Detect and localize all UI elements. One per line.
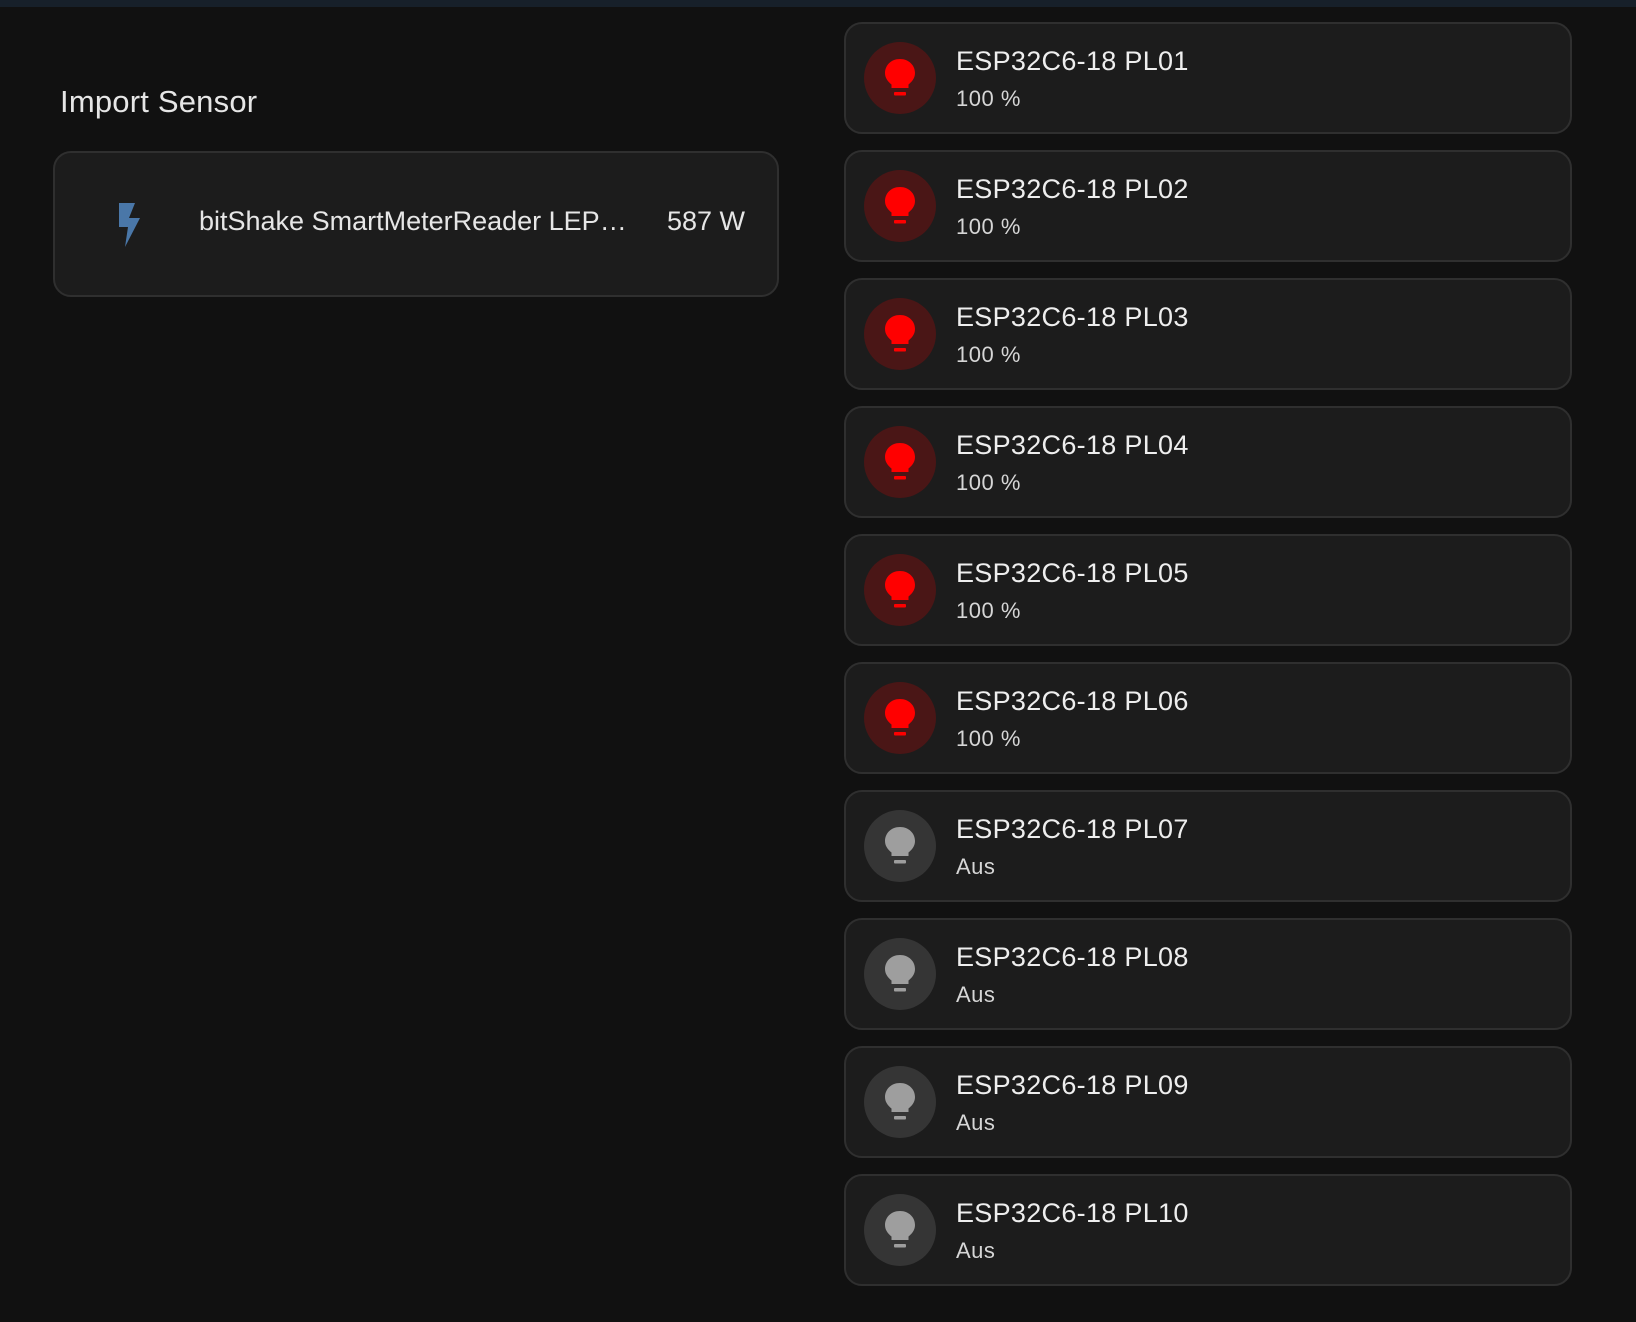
light-state: Aus [956,854,996,879]
light-state: 100 % [956,342,1021,367]
light-list: ESP32C6-18 PL01 100 % ESP32C6-18 PL02 100 %… [844,22,1572,1302]
light-toggle-button[interactable] [864,554,936,626]
light-state: Aus [956,1110,996,1135]
light-state: 100 % [956,214,1021,239]
light-name: ESP32C6-18 PL06 [956,686,1189,716]
light-toggle-button[interactable] [864,426,936,498]
light-name: ESP32C6-18 PL09 [956,1070,1189,1100]
light-name: ESP32C6-18 PL05 [956,558,1189,588]
light-toggle-button[interactable] [864,170,936,242]
light-toggle-button[interactable] [864,298,936,370]
lightbulb-icon [885,955,915,992]
lightbulb-icon [885,443,915,480]
light-name: ESP32C6-18 PL04 [956,430,1189,460]
top-strip [0,0,1636,7]
sensor-value: 587 W [666,206,745,236]
light-name: ESP32C6-18 PL08 [956,942,1189,972]
light-tile[interactable]: ESP32C6-18 PL10 Aus [844,1174,1572,1286]
light-tile[interactable]: ESP32C6-18 PL09 Aus [844,1046,1572,1158]
light-state: Aus [956,1238,996,1263]
lightbulb-icon [885,187,915,224]
light-name: ESP32C6-18 PL02 [956,174,1189,204]
light-name: ESP32C6-18 PL01 [956,46,1189,76]
light-toggle-button[interactable] [864,810,936,882]
sensor-name: bitShake SmartMeterReader LEPUS SML Leis… [199,206,645,236]
light-tile[interactable]: ESP32C6-18 PL02 100 % [844,150,1572,262]
light-tile[interactable]: ESP32C6-18 PL04 100 % [844,406,1572,518]
lightbulb-icon [885,1211,915,1248]
light-toggle-button[interactable] [864,938,936,1010]
light-tile[interactable]: ESP32C6-18 PL03 100 % [844,278,1572,390]
sensor-entity-card[interactable]: bitShake SmartMeterReader LEPUS SML Leis… [53,151,779,297]
light-name: ESP32C6-18 PL03 [956,302,1189,332]
light-state: Aus [956,982,996,1007]
flash-icon [119,203,140,247]
light-toggle-button[interactable] [864,1066,936,1138]
lightbulb-icon [885,571,915,608]
lightbulb-icon [885,315,915,352]
light-toggle-button[interactable] [864,1194,936,1266]
light-tile[interactable]: ESP32C6-18 PL01 100 % [844,22,1572,134]
lightbulb-icon [885,699,915,736]
light-name: ESP32C6-18 PL07 [956,814,1189,844]
light-state: 100 % [956,86,1021,111]
light-tile[interactable]: ESP32C6-18 PL05 100 % [844,534,1572,646]
lightbulb-icon [885,827,915,864]
light-toggle-button[interactable] [864,682,936,754]
section-title: Import Sensor [60,84,258,119]
lightbulb-icon [885,59,915,96]
lightbulb-icon [885,1083,915,1120]
light-tile[interactable]: ESP32C6-18 PL06 100 % [844,662,1572,774]
light-state: 100 % [956,598,1021,623]
light-toggle-button[interactable] [864,42,936,114]
light-state: 100 % [956,470,1021,495]
light-tile[interactable]: ESP32C6-18 PL07 Aus [844,790,1572,902]
light-state: 100 % [956,726,1021,751]
light-name: ESP32C6-18 PL10 [956,1198,1189,1228]
light-tile[interactable]: ESP32C6-18 PL08 Aus [844,918,1572,1030]
